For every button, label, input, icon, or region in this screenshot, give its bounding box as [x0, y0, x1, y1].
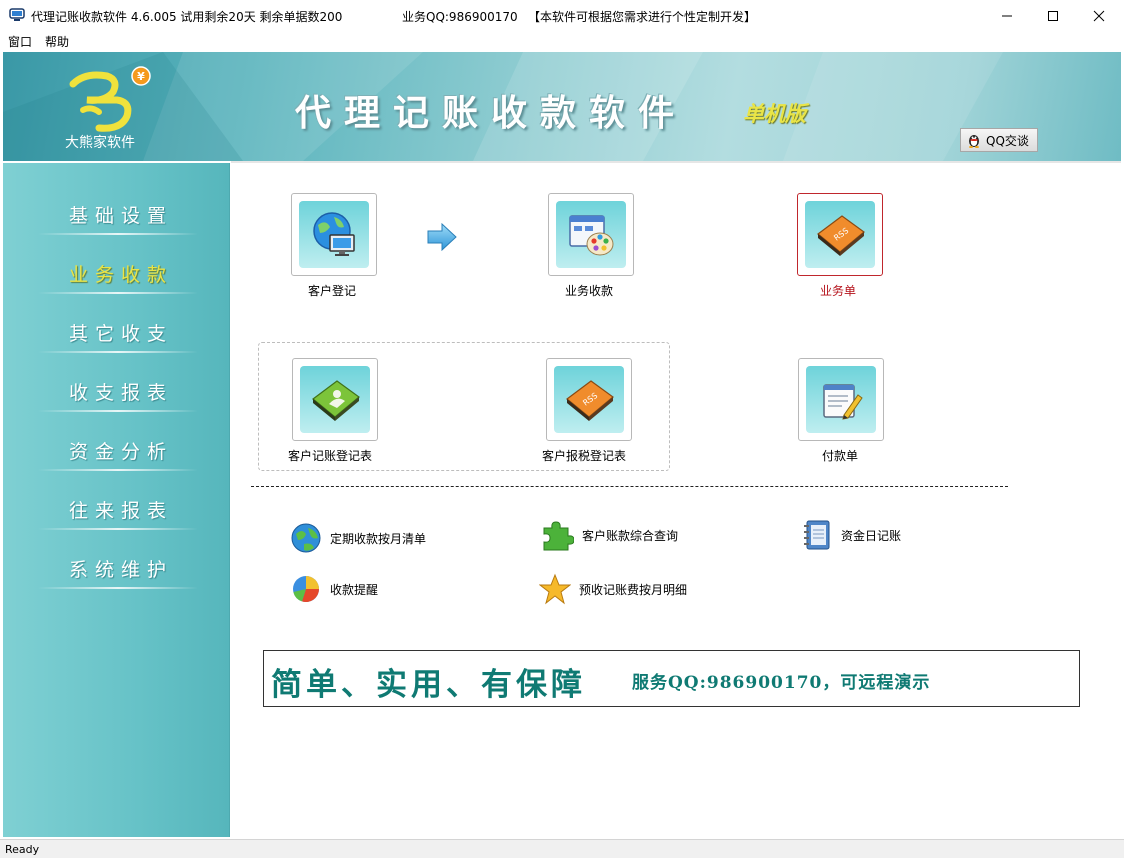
business-receipt-label: 业务收款 [565, 284, 614, 298]
prepaid-detail-label: 预收记账费按月明细 [579, 582, 688, 597]
sidebar-item-basic-settings[interactable]: 基础设置 [3, 189, 230, 249]
computer-globe-icon [313, 211, 355, 256]
customer-register-label: 客户登记 [308, 284, 357, 298]
sidebar-item-label: 收支报表 [69, 382, 174, 404]
arrow-right-icon [427, 223, 457, 251]
sidebar-item-label: 业务收款 [69, 264, 174, 286]
rss-book-icon: RSS [817, 214, 865, 256]
sidebar-item-fund-analysis[interactable]: 资金分析 [3, 425, 230, 485]
banner-title: 代理记账收款软件 [295, 93, 688, 134]
notepad-pencil-icon [823, 383, 863, 420]
app-icon [9, 8, 25, 21]
account-query-label: 客户账款综合查询 [582, 528, 679, 543]
notebook-icon [804, 520, 830, 550]
sidebar-divider [38, 410, 198, 412]
pie-chart-icon [293, 576, 320, 603]
minimize-icon [1002, 15, 1012, 16]
sidebar-item-business-receipt[interactable]: 业务收款 [3, 248, 230, 308]
account-query-link[interactable]: 客户账款综合查询 [540, 519, 678, 551]
monthly-list-label: 定期收款按月清单 [330, 531, 427, 546]
business-order-tile[interactable]: RSS [797, 193, 883, 276]
status-bar: Ready [0, 839, 1124, 858]
prepaid-detail-link[interactable]: 预收记账费按月明细 [539, 573, 687, 605]
bookkeeping-register-tile[interactable] [292, 358, 378, 441]
sidebar: 基础设置 业务收款 其它收支 收支报表 资金分析 往来报表 系统维护 [3, 163, 230, 837]
sidebar-item-label: 其它收支 [69, 323, 174, 345]
sidebar-divider [38, 469, 198, 471]
status-text: Ready [5, 843, 40, 856]
menu-window[interactable]: 窗口 [8, 33, 32, 50]
sidebar-item-label: 资金分析 [69, 441, 174, 463]
sidebar-divider [38, 292, 198, 294]
rss-book-icon: RSS [566, 379, 614, 421]
business-order-label: 业务单 [820, 284, 857, 298]
menu-bar: 窗口 帮助 [0, 31, 1124, 51]
business-receipt-tile[interactable] [548, 193, 634, 276]
slogan-box: 简单、实用、有保障 服务QQ:986900170，可远程演示 [263, 650, 1080, 707]
section-separator [251, 486, 1008, 487]
sidebar-divider [38, 233, 198, 235]
sidebar-item-system-maintenance[interactable]: 系统维护 [3, 543, 230, 603]
slogan-main: 简单、实用、有保障 [271, 667, 586, 703]
title-note: 【本软件可根据您需求进行个性定制开发】 [528, 10, 757, 24]
menu-help[interactable]: 帮助 [45, 33, 69, 50]
minimize-button[interactable] [984, 0, 1030, 31]
payment-reminder-link[interactable]: 收款提醒 [290, 573, 378, 605]
sidebar-item-label: 基础设置 [69, 205, 174, 227]
cash-journal-link[interactable]: 资金日记账 [801, 519, 901, 551]
cash-journal-label: 资金日记账 [841, 528, 902, 543]
header-banner: ¥ 大熊家软件 代理记账收款软件 单机版 QQ交谈 [3, 52, 1121, 161]
qq-penguin-icon [969, 135, 979, 148]
title-bar: 代理记账收款软件 4.6.005 试用剩余20天 剩余单据数200 业务QQ:9… [0, 0, 1124, 31]
svg-text:¥: ¥ [137, 70, 145, 83]
maximize-button[interactable] [1030, 0, 1076, 31]
close-button[interactable] [1076, 0, 1122, 31]
close-icon [1093, 10, 1105, 21]
sidebar-divider [38, 587, 198, 589]
slogan-sub: 服务QQ:986900170，可远程演示 [632, 673, 931, 693]
logo-caption: 大熊家软件 [65, 135, 135, 151]
sidebar-divider [38, 351, 198, 353]
tax-register-tile[interactable]: RSS [546, 358, 632, 441]
user-book-icon [312, 379, 360, 421]
globe-icon [291, 523, 321, 553]
payment-reminder-label: 收款提醒 [330, 582, 379, 597]
sidebar-item-income-expense-report[interactable]: 收支报表 [3, 366, 230, 426]
tax-register-label: 客户报税登记表 [542, 449, 627, 463]
sidebar-item-accounts-report[interactable]: 往来报表 [3, 484, 230, 544]
star-icon [539, 573, 571, 605]
maximize-icon [1048, 10, 1058, 21]
customer-register-tile[interactable] [291, 193, 377, 276]
payment-order-tile[interactable] [798, 358, 884, 441]
sidebar-item-other-income-expense[interactable]: 其它收支 [3, 307, 230, 367]
window-title: 代理记账收款软件 4.6.005 试用剩余20天 剩余单据数200 [31, 10, 343, 24]
puzzle-icon [543, 521, 574, 551]
palette-window-icon [569, 214, 614, 255]
qq-chat-button[interactable]: QQ交谈 [960, 128, 1038, 152]
monthly-list-link[interactable]: 定期收款按月清单 [290, 522, 426, 554]
payment-order-label: 付款单 [822, 449, 859, 463]
title-service-qq: 业务QQ:986900170 [402, 10, 518, 24]
sidebar-item-label: 系统维护 [69, 559, 174, 581]
banner-edition: 单机版 [743, 102, 806, 126]
sidebar-item-label: 往来报表 [69, 500, 174, 522]
qq-chat-label: QQ交谈 [986, 133, 1029, 148]
logo-icon: ¥ [69, 66, 151, 132]
bookkeeping-register-label: 客户记账登记表 [288, 449, 373, 463]
sidebar-divider [38, 528, 198, 530]
